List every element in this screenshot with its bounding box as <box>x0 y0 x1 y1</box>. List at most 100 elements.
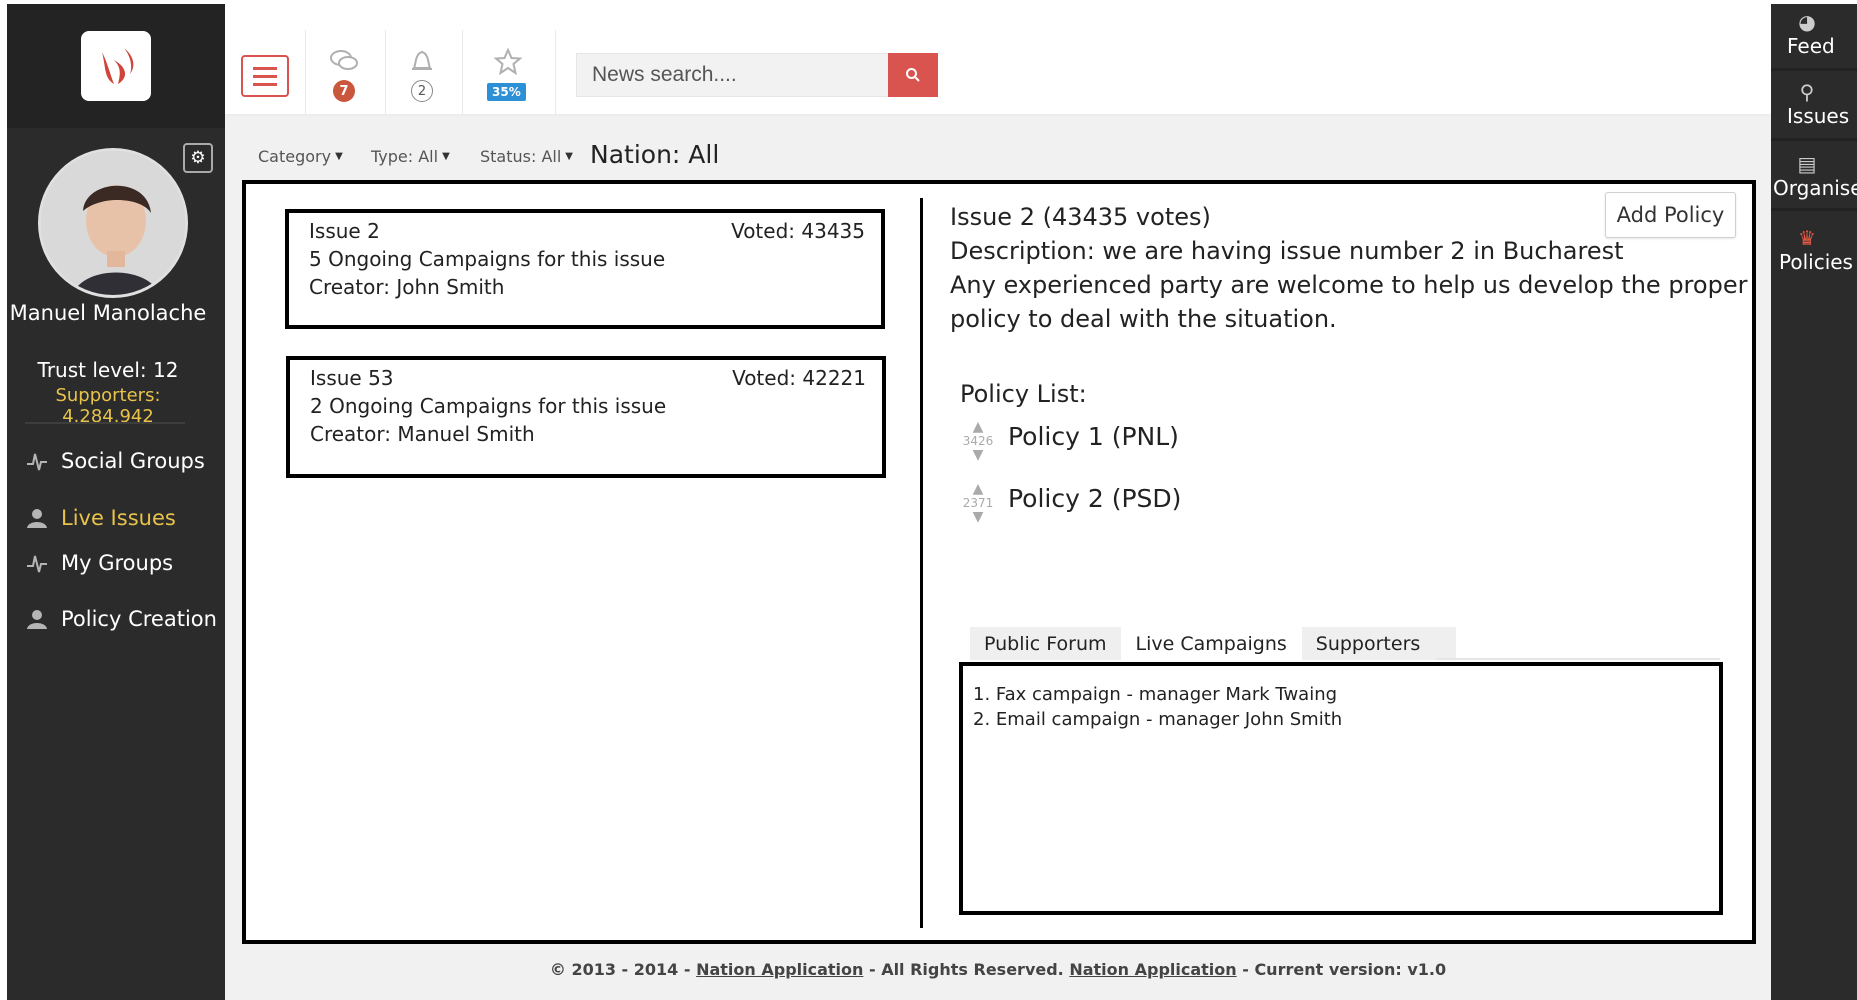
sidebar-item-label: My Groups <box>61 551 174 575</box>
status-filter[interactable]: Status: All ▼ <box>480 147 573 166</box>
left-sidebar: ⚙ Manuel Manolache Trust level: 12 Suppo… <box>7 4 225 1000</box>
right-nav-label: Issues <box>1787 104 1850 128</box>
vote-control: ▲ 3426 ▼ <box>958 420 998 462</box>
right-sidebar: ◕ Feed ⚲ Issues ▤ Organise ♛ Policies <box>1771 4 1857 1000</box>
user-name: Manuel Manolache <box>9 301 207 325</box>
search-input[interactable] <box>577 54 887 96</box>
filter-label: Type: All <box>371 147 439 166</box>
right-nav-label: Feed <box>1787 34 1835 58</box>
tab-supporters[interactable]: Supporters <box>1301 627 1458 660</box>
type-filter[interactable]: Type: All ▼ <box>371 147 450 166</box>
search-bar <box>576 53 938 97</box>
issue-creator: Creator: Manuel Smith <box>310 422 535 446</box>
policy-name: Policy 1 (PNL) <box>1008 422 1179 451</box>
topbar-spacer <box>225 0 1771 30</box>
campaign-list: 1. Fax campaign - manager Mark Twaing 2.… <box>959 662 1723 915</box>
detail-tabs: Public Forum Live Campaigns Supporters <box>970 627 1458 660</box>
app-logo[interactable] <box>81 31 151 101</box>
sidebar-item-social-groups[interactable]: Social Groups <box>25 449 205 473</box>
policy-item[interactable]: ▲ 3426 ▼ Policy 1 (PNL) <box>958 420 1179 462</box>
topbar-divider <box>385 30 386 116</box>
arrow-down-icon[interactable]: ▼ <box>973 448 984 462</box>
tab-underline <box>1436 658 1720 660</box>
issue-card[interactable]: Issue 53 Voted: 42221 2 Ongoing Campaign… <box>286 356 886 478</box>
issue-voted: Voted: 42221 <box>732 366 866 390</box>
footer: © 2013 - 2014 - Nation Application - All… <box>225 960 1771 979</box>
menu-toggle-button[interactable] <box>241 55 289 97</box>
filter-label: Status: All <box>480 147 562 166</box>
sidebar-divider <box>25 422 185 424</box>
right-nav-label: Policies <box>1779 250 1853 274</box>
progress-badge: 35% <box>487 83 526 101</box>
right-nav-feed[interactable]: ◕ Feed <box>1771 10 1857 58</box>
logo-area <box>7 4 225 128</box>
pulse-icon <box>25 551 49 575</box>
filter-bar <box>240 130 1756 180</box>
right-nav-policies[interactable]: ♛ Policies <box>1771 226 1857 274</box>
footer-link[interactable]: Nation Application <box>696 960 863 979</box>
issue-card[interactable]: Issue 2 Voted: 43435 5 Ongoing Campaigns… <box>285 209 885 329</box>
right-nav-label: Organise <box>1773 176 1857 200</box>
pulse-icon <box>25 449 49 473</box>
topbar-divider <box>462 30 463 116</box>
search-button[interactable] <box>888 53 938 97</box>
caret-down-icon: ▼ <box>335 151 343 162</box>
nation-filter[interactable]: Nation: All <box>590 140 719 169</box>
policy-votes: 3426 <box>962 434 994 448</box>
chat-icon[interactable] <box>324 48 364 80</box>
notifications-badge: 2 <box>411 80 433 102</box>
sidebar-item-policy-creation[interactable]: Policy Creation <box>25 607 217 631</box>
vote-control: ▲ 2371 ▼ <box>958 482 998 524</box>
gear-icon: ⚙ <box>190 148 206 168</box>
detail-text: policy to deal with the situation. <box>950 305 1337 333</box>
user-icon <box>25 506 49 530</box>
top-bar <box>225 30 1771 116</box>
sidebar-item-label: Policy Creation <box>61 607 217 631</box>
issue-voted: Voted: 43435 <box>731 219 865 243</box>
right-nav-issues[interactable]: ⚲ Issues <box>1771 80 1857 128</box>
globe-icon: ◕ <box>1798 10 1816 34</box>
sidebar-item-live-issues[interactable]: Live Issues <box>25 506 176 530</box>
profile-settings-button[interactable]: ⚙ <box>183 143 213 173</box>
policy-list-label: Policy List: <box>960 380 1087 408</box>
policy-item[interactable]: ▲ 2371 ▼ Policy 2 (PSD) <box>958 482 1182 524</box>
user-icon <box>25 607 49 631</box>
list-item[interactable]: 2. Email campaign - manager John Smith <box>973 707 1709 732</box>
detail-description: Description: we are having issue number … <box>950 237 1624 265</box>
arrow-up-icon[interactable]: ▲ <box>973 482 984 496</box>
footer-text: - All Rights Reserved. <box>863 960 1070 979</box>
right-nav-organise[interactable]: ▤ Organise <box>1771 152 1857 200</box>
topbar-divider <box>555 30 556 116</box>
column-divider <box>920 198 923 928</box>
footer-text: - Current version: v1.0 <box>1236 960 1447 979</box>
logo-mark-icon <box>102 48 134 84</box>
tab-live-campaigns[interactable]: Live Campaigns <box>1121 627 1302 660</box>
add-policy-button[interactable]: Add Policy <box>1605 192 1736 238</box>
supporters-count: Supporters: 4.284.942 <box>55 385 161 427</box>
avatar[interactable] <box>38 148 188 298</box>
footer-link[interactable]: Nation Application <box>1069 960 1236 979</box>
detail-text: Any experienced party are welcome to hel… <box>950 271 1748 299</box>
crown-icon: ♛ <box>1798 226 1816 250</box>
list-item[interactable]: 1. Fax campaign - manager Mark Twaing <box>973 682 1709 707</box>
sidebar-item-label: Live Issues <box>61 506 176 530</box>
arrow-down-icon[interactable]: ▼ <box>973 510 984 524</box>
category-filter[interactable]: Category ▼ <box>258 147 343 166</box>
avatar-portrait-icon <box>41 151 185 295</box>
right-nav-divider <box>1771 138 1857 141</box>
sidebar-item-label: Social Groups <box>61 449 205 473</box>
search-icon <box>906 68 920 82</box>
app-root: ⚙ Manuel Manolache Trust level: 12 Suppo… <box>0 0 1857 1000</box>
star-icon[interactable] <box>488 47 528 82</box>
tab-public-forum[interactable]: Public Forum <box>970 627 1122 660</box>
right-nav-divider <box>1771 68 1857 71</box>
bell-icon[interactable] <box>402 48 442 82</box>
messages-badge: 7 <box>333 80 355 102</box>
sidebar-item-my-groups[interactable]: My Groups <box>25 551 173 575</box>
arrow-up-icon[interactable]: ▲ <box>973 420 984 434</box>
right-nav-divider <box>1771 208 1857 211</box>
trust-level: Trust level: 12 <box>37 358 179 382</box>
issue-campaigns: 2 Ongoing Campaigns for this issue <box>310 394 667 418</box>
policy-votes: 2371 <box>962 496 994 510</box>
caret-down-icon: ▼ <box>565 151 573 162</box>
